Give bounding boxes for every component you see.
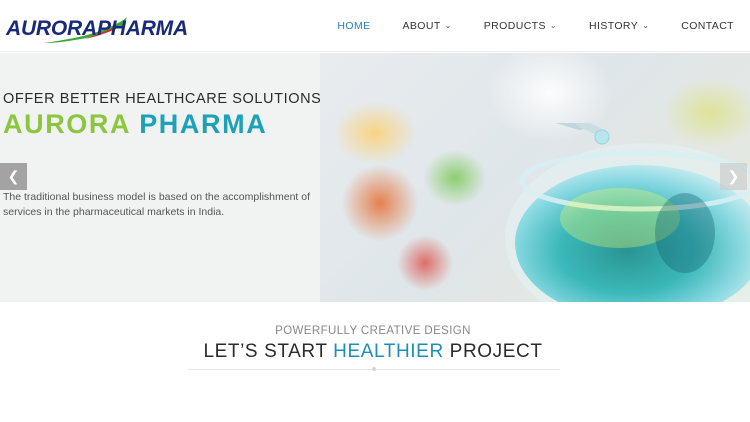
site-header: AURORAPHARMA HOME ABOUT ⌄ PRODUCTS ⌄ HIS…	[0, 0, 750, 52]
nav-home[interactable]: HOME	[337, 20, 370, 32]
nav-history-label: HISTORY	[589, 20, 639, 32]
hero-text-panel: OFFER BETTER HEALTHCARE SOLUTIONS AURORA…	[0, 53, 322, 302]
nav-history[interactable]: HISTORY ⌄	[589, 20, 649, 32]
hero-title-part2: PHARMA	[139, 109, 268, 139]
slider-next-button[interactable]: ❯	[720, 163, 747, 190]
slider-prev-button[interactable]: ❮	[0, 163, 27, 190]
section-subtitle: POWERFULLY CREATIVE DESIGN	[275, 325, 471, 337]
chevron-down-icon: ⌄	[549, 20, 558, 30]
hero-lab-image	[320, 53, 750, 302]
chevron-right-icon: ❯	[727, 168, 740, 184]
hero-kicker: OFFER BETTER HEALTHCARE SOLUTIONS	[3, 91, 322, 107]
nav-products[interactable]: PRODUCTS ⌄	[484, 20, 557, 32]
brand-name-part1: AURORA	[6, 17, 97, 40]
hero-slider: OFFER BETTER HEALTHCARE SOLUTIONS AURORA…	[0, 53, 750, 302]
chevron-down-icon: ⌄	[642, 20, 650, 30]
chevron-left-icon: ❮	[7, 168, 20, 184]
chevron-down-icon: ⌄	[444, 20, 452, 30]
hero-description: The traditional business model is based …	[3, 191, 311, 218]
section-title-part2: PROJECT	[449, 341, 543, 362]
section-title-part1: LET’S START	[203, 341, 328, 362]
nav-home-label: HOME	[337, 20, 371, 32]
hero-title: AURORA PHARMA	[3, 109, 267, 140]
divider-dot	[372, 367, 376, 371]
nav-products-label: PRODUCTS	[483, 20, 546, 32]
beaker-icon	[505, 123, 750, 302]
section-title-highlight: HEALTHIER	[333, 341, 444, 362]
nav-contact-label: CONTACT	[681, 20, 734, 32]
main-nav: HOME ABOUT ⌄ PRODUCTS ⌄ HISTORY ⌄ CONTAC…	[305, 0, 734, 52]
hero-title-part1: AURORA	[3, 109, 131, 139]
brand-name: AURORAPHARMA	[6, 17, 188, 41]
nav-contact[interactable]: CONTACT	[681, 20, 734, 32]
section-title: LET’S START HEALTHIER PROJECT	[0, 341, 746, 363]
brand-name-part2: PHARMA	[96, 17, 188, 40]
brand-logo[interactable]: AURORAPHARMA	[6, 13, 188, 47]
nav-about[interactable]: ABOUT ⌄	[403, 20, 452, 32]
nav-about-label: ABOUT	[402, 20, 441, 32]
